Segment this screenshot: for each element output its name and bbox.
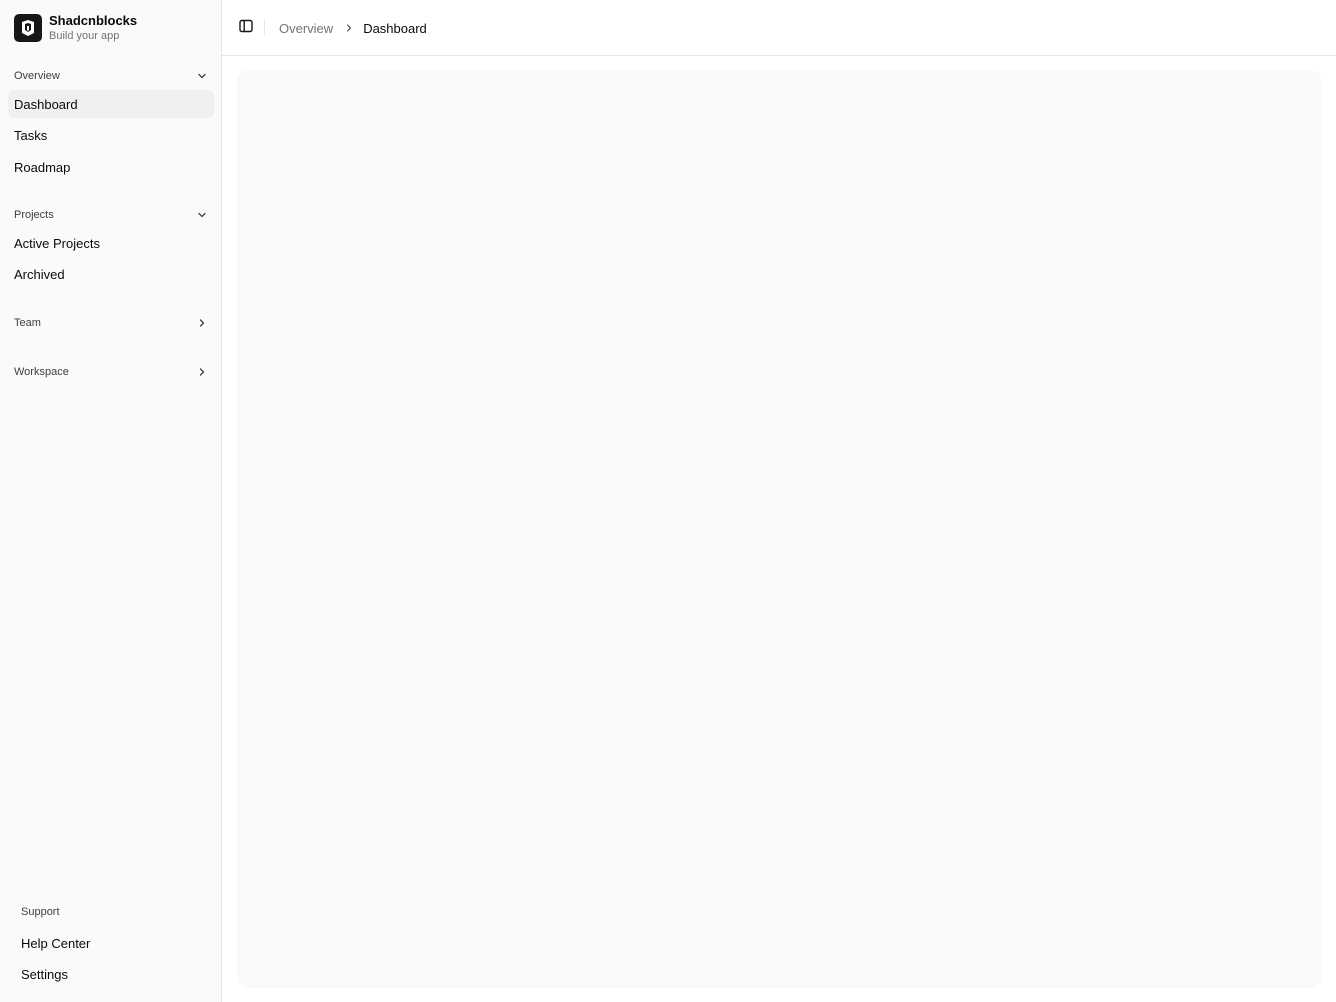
group-label-workspace: Workspace (14, 366, 69, 378)
sidebar-item-label: Dashboard (14, 96, 78, 112)
content-panel (237, 70, 1322, 988)
chevron-right-icon (196, 317, 208, 329)
sidebar-item-label: Settings (21, 966, 68, 982)
group-header-overview[interactable]: Overview (8, 65, 214, 87)
chevron-right-icon (344, 23, 354, 33)
sidebar-item-label: Help Center (21, 935, 91, 951)
sidebar-toggle-icon (238, 18, 254, 39)
chevron-right-icon (196, 366, 208, 378)
sidebar-item-archived[interactable]: Archived (8, 260, 214, 288)
sidebar-item-label: Archived (14, 266, 65, 282)
main-area: Overview Dashboard (222, 0, 1336, 1002)
brand-tagline: Build your app (49, 30, 120, 42)
sidebar-item-label: Roadmap (14, 159, 71, 175)
sidebar-item-label: Tasks (14, 127, 48, 143)
sidebar-toggle-button[interactable] (236, 18, 256, 38)
group-label-projects: Projects (14, 209, 54, 221)
group-label-team: Team (14, 317, 41, 329)
header-divider (264, 20, 265, 35)
brand-text: Shadcnblocks Build your app (49, 13, 138, 43)
sidebar: Shadcnblocks Build your app Overview Das… (0, 0, 222, 1002)
group-header-team[interactable]: Team (8, 312, 214, 334)
sidebar-item-roadmap[interactable]: Roadmap (8, 153, 214, 181)
breadcrumb: Overview Dashboard (279, 19, 427, 37)
sidebar-item-tasks[interactable]: Tasks (8, 121, 214, 149)
chevron-down-icon (196, 209, 208, 221)
chevron-down-icon (196, 70, 208, 82)
brand[interactable]: Shadcnblocks Build your app (14, 13, 137, 43)
top-bar: Overview Dashboard (222, 0, 1336, 56)
group-header-projects[interactable]: Projects (8, 204, 214, 226)
support-label: Support (21, 906, 60, 918)
sidebar-item-help-center[interactable]: Help Center (15, 929, 214, 957)
sidebar-item-active-projects[interactable]: Active Projects (8, 229, 214, 257)
sidebar-item-settings[interactable]: Settings (15, 960, 214, 988)
breadcrumb-overview-link[interactable]: Overview (279, 21, 333, 36)
breadcrumb-current-page: Dashboard (363, 20, 427, 36)
group-header-workspace[interactable]: Workspace (8, 361, 214, 383)
app-shell: Shadcnblocks Build your app Overview Das… (0, 0, 1336, 1002)
shadcnblocks-logo-icon (14, 14, 42, 42)
group-label-overview: Overview (14, 70, 60, 82)
sidebar-item-label: Active Projects (14, 235, 100, 251)
sidebar-item-dashboard[interactable]: Dashboard (8, 90, 214, 118)
brand-name: Shadcnblocks (49, 13, 138, 28)
